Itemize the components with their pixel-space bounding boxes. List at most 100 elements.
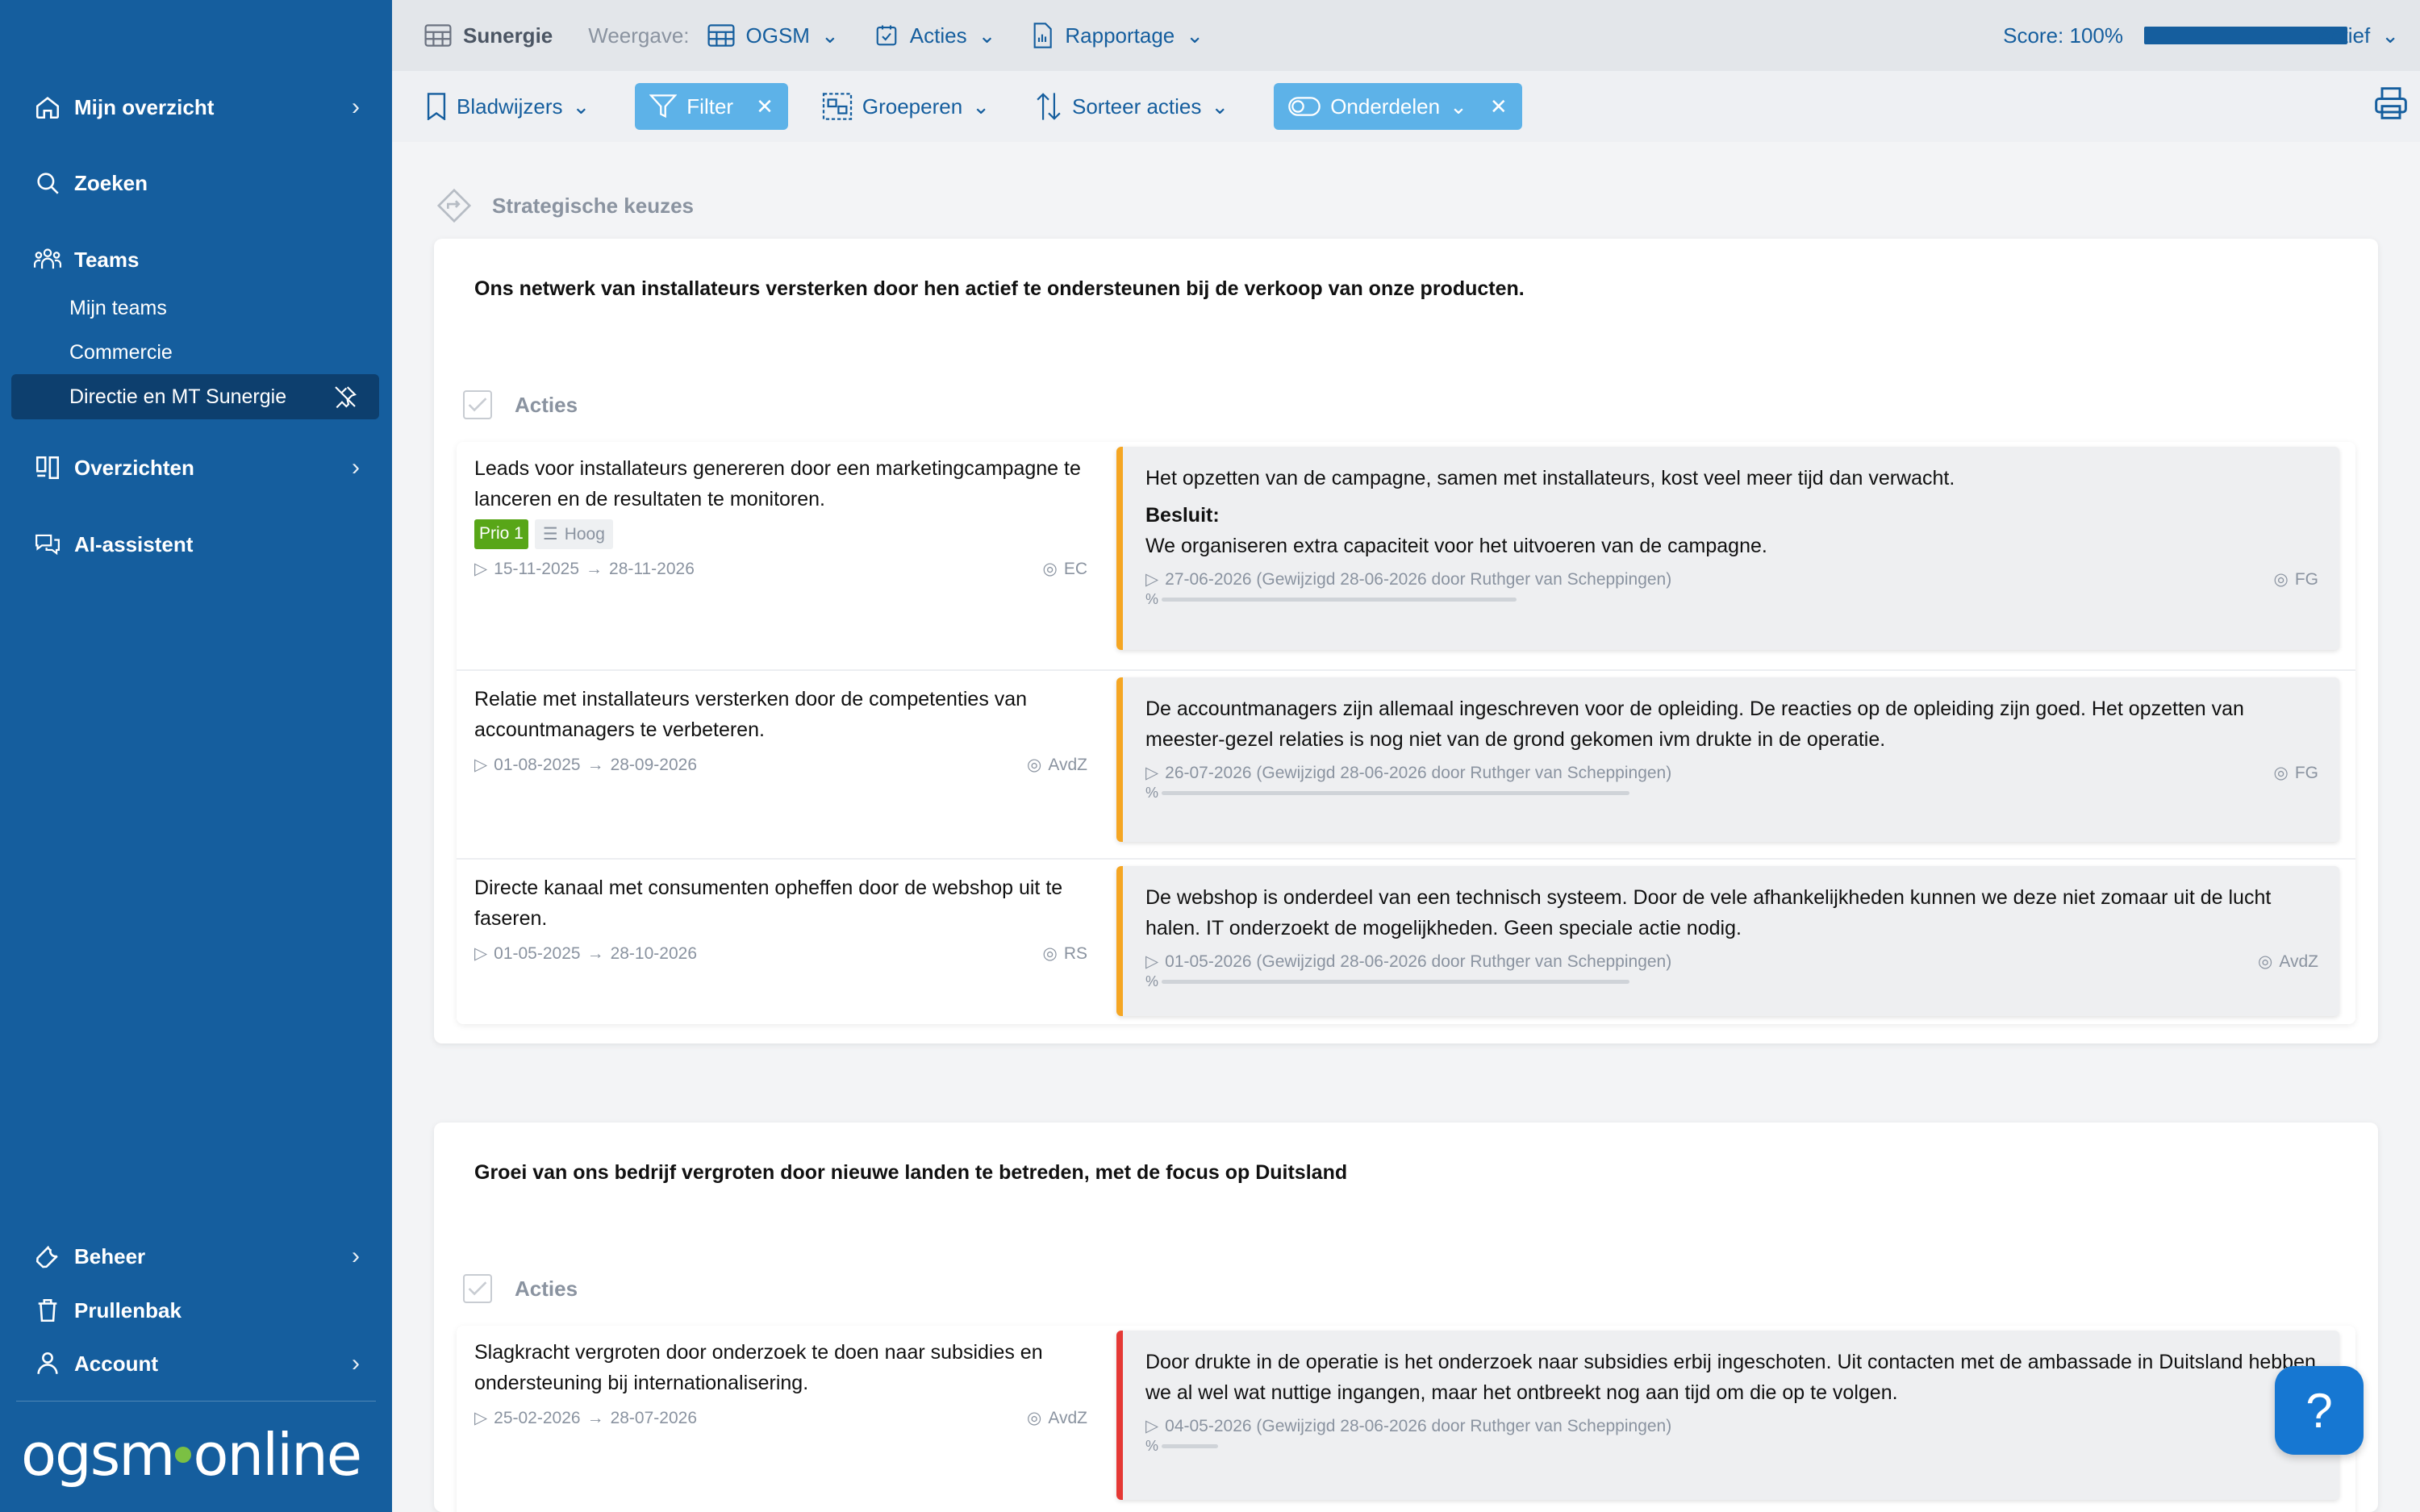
arrow-right-icon: →	[586, 943, 604, 963]
percent-label: %	[1145, 591, 1159, 607]
group-button[interactable]: Groeperen ⌄	[822, 83, 990, 130]
action-meta: ▷ 15-11-2025 → 28-11-2026 ◎ EC	[474, 559, 1087, 579]
filter-icon	[649, 94, 678, 119]
user-icon: ◎	[1042, 560, 1058, 578]
nav-zoeken[interactable]: Zoeken	[32, 163, 360, 203]
view-ogsm-label: OGSM	[745, 23, 810, 48]
action-row[interactable]: Relatie met installateurs versterken doo…	[457, 671, 2355, 860]
parts-button[interactable]: Onderdelen ⌄ ✕	[1274, 83, 1522, 130]
action-meta: ▷ 01-08-2025 → 28-09-2026 ◎ AvdZ	[474, 755, 1087, 775]
action-list: Slagkracht vergroten door onderzoek te d…	[457, 1326, 2355, 1512]
ogsm-logo[interactable]: ogsm online	[21, 1421, 362, 1489]
owner-initials: EC	[1063, 559, 1087, 578]
update-date: 04-05-2026 (Gewijzigd 28-06-2026 door Ru…	[1165, 1416, 1672, 1435]
sort-button[interactable]: Sorteer acties ⌄	[1035, 83, 1229, 130]
start-date: 01-08-2025	[494, 755, 581, 774]
decision-text: We organiseren extra capaciteit voor het…	[1145, 535, 1767, 557]
check-icon[interactable]	[463, 1274, 492, 1303]
home-icon	[32, 92, 63, 123]
chevron-right-icon: ›	[352, 1350, 360, 1377]
rapportage-dropdown[interactable]: Rapportage ⌄	[1031, 23, 1204, 48]
status-update[interactable]: Door drukte in de operatie is het onderz…	[1116, 1331, 2339, 1500]
help-label: ?	[2305, 1383, 2333, 1438]
action-cell: Relatie met installateurs versterken doo…	[474, 684, 1087, 775]
user-icon: ◎	[1042, 944, 1058, 963]
sidebar-item-directie[interactable]: Directie en MT Sunergie	[11, 374, 379, 419]
bookmarks-button[interactable]: Bladwijzers ⌄	[426, 83, 590, 130]
chevron-down-icon: ⌄	[572, 94, 590, 119]
nav-label: Zoeken	[74, 170, 148, 195]
bookmarks-label: Bladwijzers	[457, 94, 563, 119]
action-text: Relatie met installateurs versterken doo…	[474, 688, 1028, 741]
decision-label: Besluit:	[1145, 504, 1220, 527]
owner-initials: AvdZ	[1048, 1408, 1087, 1427]
sort-label: Sorteer acties	[1071, 94, 1202, 119]
filter-button[interactable]: Filter ✕	[635, 83, 788, 130]
date-range: ▷ 01-05-2025 → 28-10-2026	[474, 943, 697, 964]
play-icon: ▷	[1145, 952, 1159, 971]
percent-label: %	[1145, 973, 1159, 989]
close-icon[interactable]: ✕	[1490, 94, 1508, 119]
sidebar-item-commercie[interactable]: Commercie	[69, 335, 173, 370]
play-icon: ▷	[474, 560, 488, 578]
nav-overzichten[interactable]: Overzichten ›	[32, 448, 360, 488]
update-meta: ▷ 04-05-2026 (Gewijzigd 28-06-2026 door R…	[1145, 1416, 2318, 1436]
update-date: 26-07-2026 (Gewijzigd 28-06-2026 door Ru…	[1165, 763, 1672, 782]
progress-track	[1162, 980, 1630, 984]
table-icon	[424, 24, 452, 47]
arrow-right-icon: →	[586, 1408, 604, 1427]
unpin-icon[interactable]	[332, 384, 358, 415]
breadcrumb[interactable]: Sunergie	[424, 23, 553, 48]
arrow-right-icon: →	[586, 755, 604, 774]
nav-prullenbak[interactable]: Prullenbak	[32, 1290, 360, 1331]
sidebar: Mijn overzicht › Zoeken Teams Mijn teams…	[0, 0, 392, 1512]
status-update[interactable]: De accountmanagers zijn allemaal ingesch…	[1116, 677, 2339, 842]
percent-label: %	[1145, 1438, 1159, 1454]
help-button[interactable]: ?	[2275, 1366, 2364, 1455]
nav-mijn-overzicht[interactable]: Mijn overzicht ›	[32, 87, 360, 127]
action-row[interactable]: Leads voor installateurs genereren door …	[457, 442, 2355, 671]
top-bar: Sunergie Weergave: OGSM ⌄ Acties ⌄ Rappo…	[392, 0, 2420, 71]
status-dropdown[interactable]: Actief ⌄	[2318, 0, 2399, 71]
play-icon: ▷	[1145, 570, 1159, 589]
nav-account[interactable]: Account ›	[32, 1343, 360, 1384]
user-icon: ◎	[2273, 764, 2289, 782]
check-icon[interactable]	[463, 390, 492, 419]
progress: %	[1145, 785, 2318, 802]
print-icon[interactable]	[2373, 85, 2409, 127]
score-fill	[2146, 28, 2346, 43]
nav-beheer[interactable]: Beheer ›	[32, 1236, 360, 1277]
parts-label: Onderdelen	[1330, 94, 1441, 119]
action-row[interactable]: Slagkracht vergroten door onderzoek te d…	[457, 1326, 2355, 1512]
acties-dropdown[interactable]: Acties ⌄	[874, 23, 996, 48]
progress: %	[1145, 591, 2318, 608]
nav-teams[interactable]: Teams	[32, 240, 360, 280]
sidebar-item-mijn-teams[interactable]: Mijn teams	[69, 290, 167, 326]
play-icon: ▷	[1145, 1417, 1159, 1435]
update-date: 01-05-2026 (Gewijzigd 28-06-2026 door Ru…	[1165, 952, 1672, 971]
arrow-right-icon: →	[586, 559, 603, 578]
owner: ◎ RS	[1042, 943, 1087, 964]
acties-label: Acties	[515, 392, 578, 417]
chevron-right-icon: ›	[352, 94, 360, 120]
chevron-down-icon: ⌄	[978, 23, 996, 48]
nav-label: AI-assistent	[74, 531, 194, 556]
team-icon	[32, 244, 63, 275]
chevron-down-icon: ⌄	[972, 94, 990, 119]
close-icon[interactable]: ✕	[756, 94, 774, 119]
view-ogsm-dropdown[interactable]: OGSM ⌄	[707, 23, 839, 48]
action-text: Leads voor installateurs genereren door …	[474, 457, 1081, 510]
owner: ◎ AvdZ	[1027, 755, 1087, 775]
nav-ai-assistent[interactable]: AI-assistent	[32, 524, 360, 564]
section-header: Strategische keuzes	[436, 187, 694, 224]
acties-header: Acties	[463, 1274, 578, 1303]
action-row[interactable]: Directe kanaal met consumenten opheffen …	[457, 860, 2355, 1024]
chevron-down-icon: ⌄	[820, 23, 839, 48]
update-text: Het opzetten van de campagne, samen met …	[1145, 467, 1955, 489]
calendar-check-icon	[876, 25, 897, 46]
status-update[interactable]: De webshop is onderdeel van een technisc…	[1116, 866, 2339, 1016]
toolbar: Bladwijzers ⌄ Filter ✕ Groeperen ⌄ Sorte…	[392, 71, 2420, 142]
status-update[interactable]: Het opzetten van de campagne, samen met …	[1116, 447, 2339, 650]
acties-label: Acties	[515, 1276, 578, 1301]
user-icon: ◎	[1027, 1409, 1042, 1427]
